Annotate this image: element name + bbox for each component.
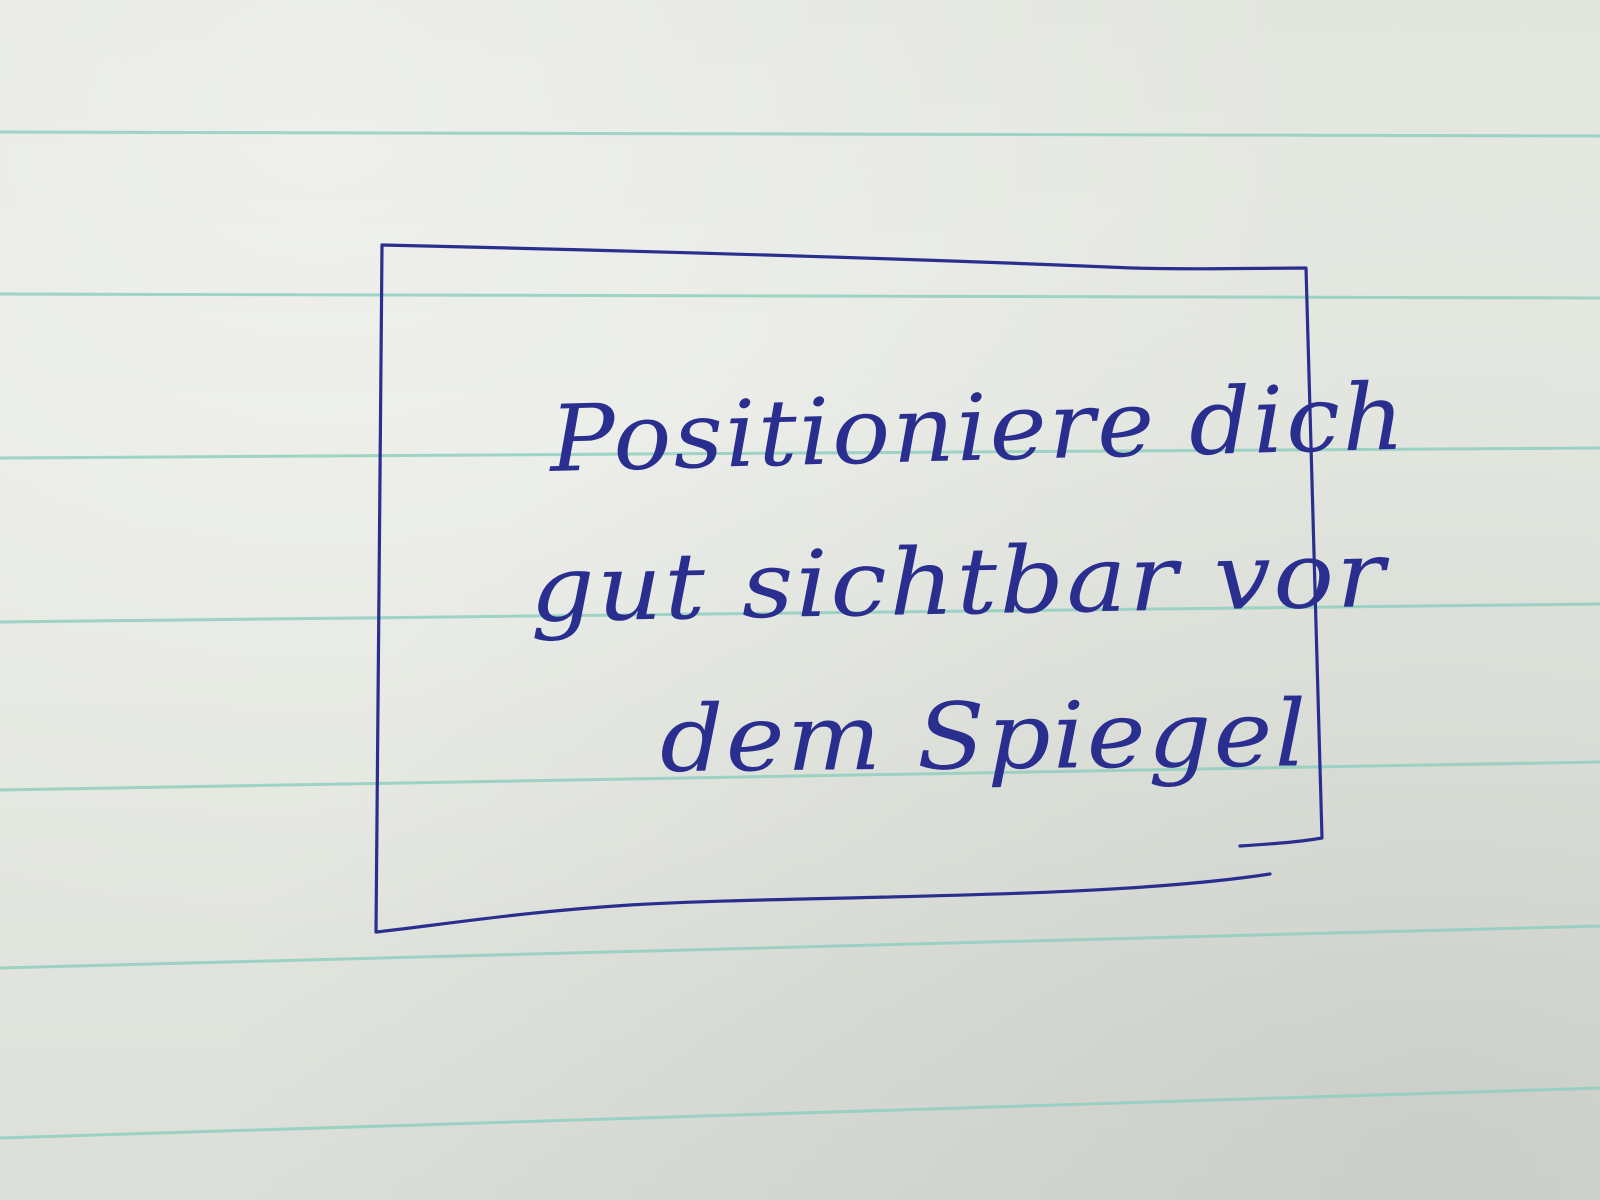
lined-paper-sheet: Positioniere dich gut sichtbar vor dem S… [0, 0, 1600, 1200]
ruled-line [0, 128, 1600, 138]
note-line: Positioniere dich [548, 363, 1408, 493]
ruled-line [0, 1086, 1600, 1140]
note-line: dem Spiegel [659, 680, 1309, 793]
ruled-line [0, 290, 1600, 300]
ruled-line [0, 924, 1600, 970]
handwritten-note: Positioniere dich gut sichtbar vor dem S… [380, 360, 1408, 840]
note-line: gut sichtbar vor [529, 521, 1388, 643]
